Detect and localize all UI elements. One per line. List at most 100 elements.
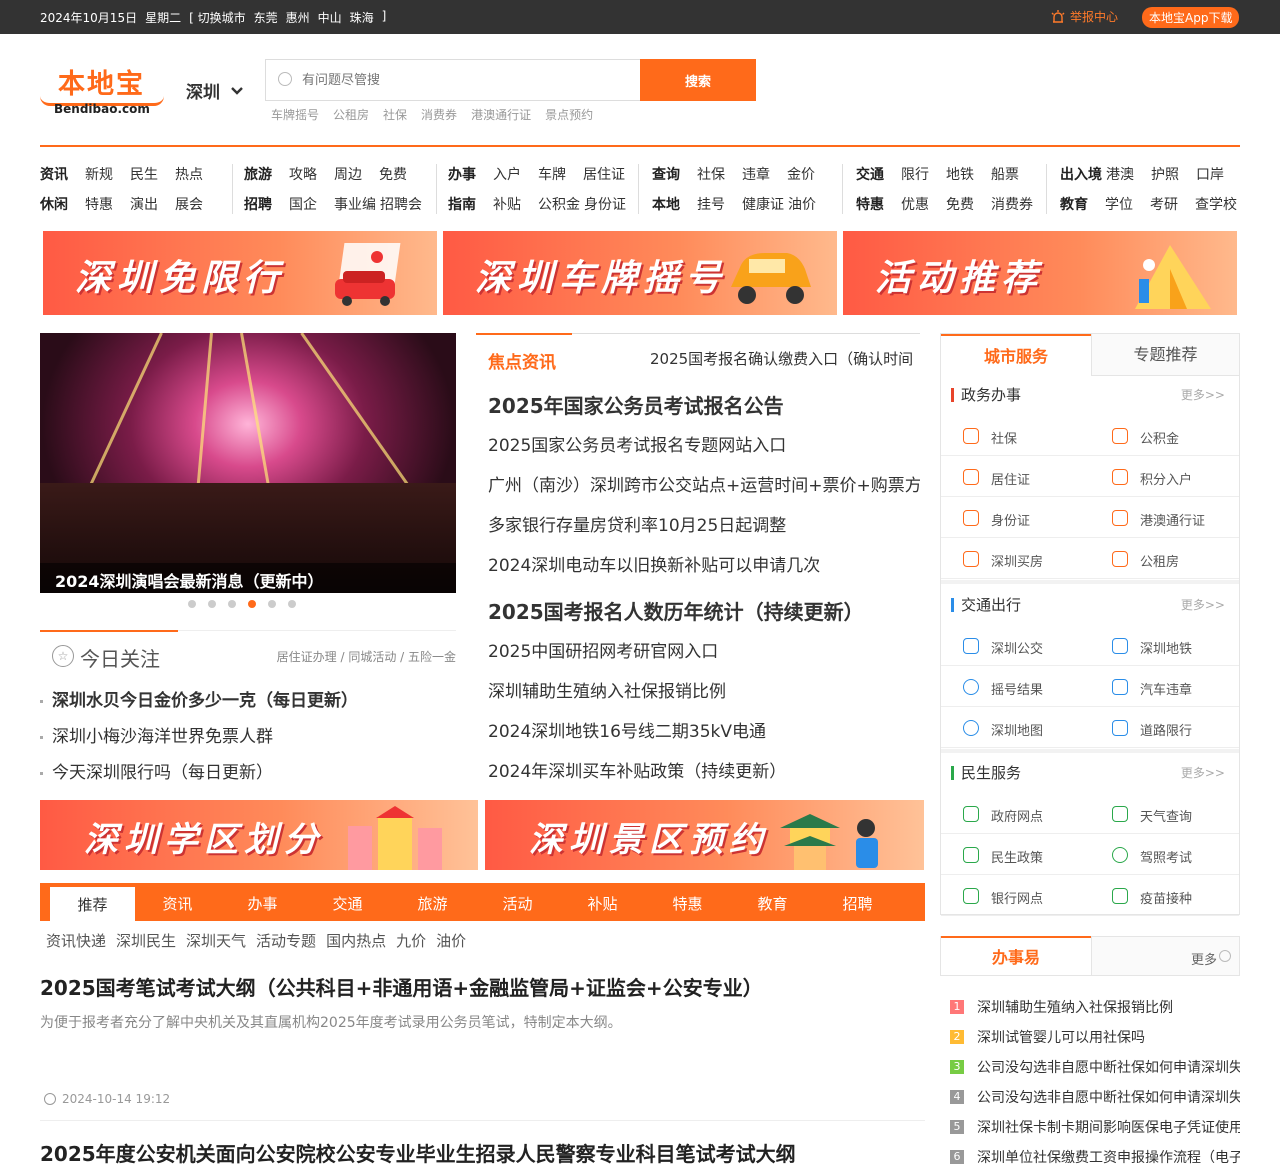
- nav-link[interactable]: 船票: [991, 164, 1019, 184]
- nav-link[interactable]: 学位: [1105, 194, 1133, 214]
- hotword-link[interactable]: 社保: [383, 106, 407, 123]
- list-item[interactable]: 4公司没勾选非自愿中断社保如何申请深圳失业金: [950, 1082, 1240, 1112]
- list-item[interactable]: 2025中国研招网考研官网入口: [488, 632, 920, 672]
- nav-link[interactable]: 护照: [1151, 164, 1179, 184]
- service-points-hukou[interactable]: 积分入户: [1090, 457, 1239, 497]
- nav-link[interactable]: 限行: [901, 164, 929, 184]
- service-id-card[interactable]: 身份证: [941, 498, 1090, 538]
- subtab-link[interactable]: 活动专题: [256, 930, 316, 951]
- list-item[interactable]: 2024深圳地铁16号线二期35kV电通: [488, 712, 920, 752]
- city-selector[interactable]: 深圳: [186, 78, 244, 103]
- service-bus[interactable]: 深圳公交: [941, 626, 1090, 666]
- nav-link[interactable]: 国企: [289, 194, 317, 214]
- nav-link[interactable]: 查询: [652, 164, 680, 184]
- nav-link[interactable]: 消费券: [991, 194, 1033, 214]
- list-item[interactable]: 多家银行存量房贷利率10月25日起调整: [488, 506, 920, 546]
- service-city-map[interactable]: 深圳地图: [941, 708, 1090, 748]
- subtab-link[interactable]: 九价: [396, 930, 426, 951]
- article-title[interactable]: 2025年度公安机关面向公安院校公安专业毕业生招录人民警察专业科目笔试考试大纲: [40, 1138, 796, 1167]
- more-link[interactable]: 更多>>: [1181, 386, 1225, 403]
- slider-dot-active[interactable]: [248, 600, 256, 608]
- nav-link[interactable]: 居住证: [583, 164, 625, 184]
- site-logo[interactable]: 本地宝 Bendibao.com: [40, 62, 164, 118]
- nav-link[interactable]: 交通: [856, 164, 884, 184]
- list-item[interactable]: 3公司没勾选非自愿中断社保如何申请深圳失业金: [950, 1052, 1240, 1082]
- nav-link[interactable]: 资讯: [40, 164, 68, 184]
- nav-link[interactable]: 攻略: [289, 164, 317, 184]
- service-car-violation[interactable]: 汽车违章: [1090, 667, 1239, 707]
- nav-link[interactable]: 金价: [787, 164, 815, 184]
- nav-link[interactable]: 周边: [334, 164, 362, 184]
- service-residence-permit[interactable]: 居住证: [941, 457, 1090, 497]
- nav-link[interactable]: 事业编: [334, 194, 376, 214]
- nav-link[interactable]: 社保: [697, 164, 725, 184]
- slider-dot[interactable]: [208, 600, 216, 608]
- subtab-link[interactable]: 深圳民生: [116, 930, 176, 951]
- subtab-link[interactable]: 深圳天气: [186, 930, 246, 951]
- service-hk-macau-permit[interactable]: 港澳通行证: [1090, 498, 1239, 538]
- list-item[interactable]: 深圳辅助生殖纳入社保报销比例: [488, 672, 920, 712]
- service-buy-house[interactable]: 深圳买房: [941, 539, 1090, 579]
- search-input[interactable]: [302, 70, 632, 90]
- hero-slider[interactable]: 2024深圳演唱会最新消息（更新中）: [40, 333, 456, 593]
- slider-dot[interactable]: [268, 600, 276, 608]
- tab-affairs[interactable]: 办事: [220, 883, 305, 921]
- more-link[interactable]: 更多: [1191, 949, 1217, 968]
- service-weather[interactable]: 天气查询: [1090, 794, 1239, 834]
- service-housing-fund[interactable]: 公积金: [1090, 416, 1239, 456]
- list-item[interactable]: 2025国家公务员考试报名专题网站入口: [488, 426, 920, 466]
- article-title[interactable]: 2025国考笔试考试大纲（公共科目+非通用语+金融监管局+证监会+公安专业）: [40, 972, 763, 1001]
- nav-link[interactable]: 演出: [130, 194, 158, 214]
- nav-link[interactable]: 补贴: [493, 194, 521, 214]
- nav-link[interactable]: 指南: [448, 194, 476, 214]
- subtab-link[interactable]: 油价: [436, 930, 466, 951]
- hotword-link[interactable]: 消费券: [421, 106, 457, 123]
- tab-news[interactable]: 资讯: [135, 883, 220, 921]
- slider-dot[interactable]: [288, 600, 296, 608]
- today-focus-links[interactable]: 居住证办理 / 同城活动 / 五险一金: [277, 648, 456, 665]
- nav-link[interactable]: 教育: [1060, 194, 1088, 214]
- list-item[interactable]: 6深圳单位社保缴费工资申报操作流程（电子版）: [950, 1142, 1240, 1167]
- nav-link[interactable]: 身份证: [584, 194, 626, 214]
- banshiyi-title[interactable]: 办事易: [941, 936, 1091, 976]
- nav-link[interactable]: 民生: [130, 164, 158, 184]
- list-item[interactable]: 今天深圳限行吗（每日更新）: [40, 755, 358, 791]
- news-marquee[interactable]: 2025国考报名确认缴费入口（确认时间+流程）: [650, 348, 912, 369]
- city-link-zhongshan[interactable]: 中山: [318, 9, 342, 26]
- slider-dot[interactable]: [188, 600, 196, 608]
- nav-link[interactable]: 挂号: [697, 194, 725, 214]
- nav-link[interactable]: 招聘: [244, 194, 272, 214]
- nav-link[interactable]: 免费: [379, 164, 407, 184]
- service-policy[interactable]: 民生政策: [941, 835, 1090, 875]
- nav-link[interactable]: 办事: [448, 164, 476, 184]
- nav-link[interactable]: 特惠: [85, 194, 113, 214]
- nav-link[interactable]: 休闲: [40, 194, 68, 214]
- nav-link[interactable]: 特惠: [856, 194, 884, 214]
- service-driving-test[interactable]: 驾照考试: [1090, 835, 1239, 875]
- service-public-rental[interactable]: 公租房: [1090, 539, 1239, 579]
- nav-link[interactable]: 公积金: [538, 194, 580, 214]
- nav-link[interactable]: 港澳: [1106, 164, 1134, 184]
- service-lottery-result[interactable]: 摇号结果: [941, 667, 1090, 707]
- list-item[interactable]: 5 深圳社保卡制卡期间影响医保电子凭证使用吗: [950, 1112, 1240, 1142]
- nav-link[interactable]: 展会: [175, 194, 203, 214]
- tab-topics[interactable]: 专题推荐: [1091, 334, 1239, 376]
- hotword-link[interactable]: 公租房: [333, 106, 369, 123]
- hotword-link[interactable]: 港澳通行证: [471, 106, 531, 123]
- app-download-button[interactable]: 本地宝App下载: [1142, 7, 1240, 28]
- banner-school-district[interactable]: 深圳学区划分: [40, 800, 478, 870]
- banner-free-traffic[interactable]: 深圳免限行: [43, 231, 437, 315]
- tab-transport[interactable]: 交通: [305, 883, 390, 921]
- nav-link[interactable]: 新规: [85, 164, 113, 184]
- slider-caption[interactable]: 2024深圳演唱会最新消息（更新中）: [40, 563, 456, 593]
- report-center-link[interactable]: 举报中心: [1050, 8, 1118, 25]
- more-link[interactable]: 更多>>: [1181, 764, 1225, 781]
- nav-link[interactable]: 旅游: [244, 164, 272, 184]
- tab-subsidy[interactable]: 补贴: [560, 883, 645, 921]
- service-social-security[interactable]: 社保: [941, 416, 1090, 456]
- tab-city-services[interactable]: 城市服务: [941, 334, 1091, 376]
- tab-travel[interactable]: 旅游: [390, 883, 475, 921]
- nav-link[interactable]: 口岸: [1196, 164, 1224, 184]
- list-item[interactable]: 深圳水贝今日金价多少一克（每日更新）: [40, 683, 358, 719]
- nav-link[interactable]: 本地: [652, 194, 680, 214]
